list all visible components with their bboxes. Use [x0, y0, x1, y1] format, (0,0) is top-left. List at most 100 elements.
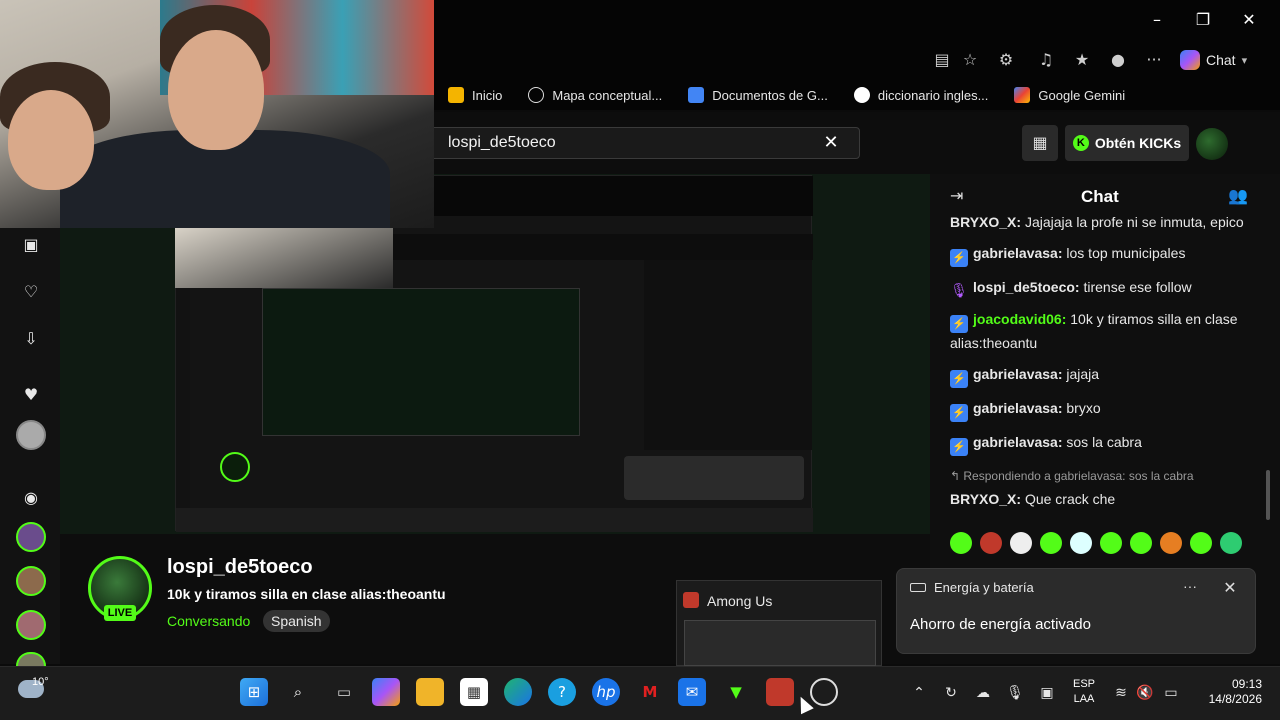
system-clock[interactable]: 09:13 14/8/2026 — [1190, 677, 1262, 707]
emote[interactable] — [1160, 532, 1182, 554]
emote[interactable] — [1190, 532, 1212, 554]
among-us-icon — [683, 592, 699, 608]
emote[interactable] — [1130, 532, 1152, 554]
task-view-icon[interactable]: ▭ — [330, 678, 358, 706]
chat-message: ⚡ gabrielavasa: sos la cabra — [950, 432, 1260, 456]
vpn-icon[interactable]: ▼ — [722, 678, 750, 706]
chrome-icon[interactable] — [810, 678, 838, 706]
sync-icon[interactable]: ↻ — [940, 683, 962, 703]
copilot-chat-button[interactable]: Chat ▾ — [1172, 46, 1255, 74]
collapse-chat-icon[interactable]: ⇥ — [950, 186, 970, 206]
live-channels-icon: ◉ — [24, 488, 38, 507]
globe-icon — [528, 87, 545, 103]
nested-chat — [644, 260, 812, 450]
bookmark-mapa-conceptual[interactable]: Mapa conceptual... — [528, 87, 662, 103]
wifi-icon[interactable]: ≋ — [1110, 683, 1132, 703]
user-avatar[interactable] — [1196, 128, 1228, 160]
sidebar-avatar[interactable] — [16, 420, 46, 450]
bookmark-inicio[interactable]: Inicio — [448, 87, 502, 103]
stream-category[interactable]: Conversando — [167, 613, 250, 629]
restore-icon[interactable]: ❐ — [1188, 8, 1218, 32]
language-indicator[interactable]: ESP LAA — [1068, 677, 1100, 707]
nested-browser-toolbar — [393, 176, 813, 216]
favorites-icon[interactable]: ★ — [1070, 48, 1094, 72]
chevron-down-icon: ▾ — [1241, 54, 1248, 67]
badge-icon: ⚡ — [950, 370, 968, 388]
chat-message: ⚡ gabrielavasa: jajaja — [950, 364, 1260, 388]
notification-close-icon[interactable]: ✕ — [1220, 578, 1240, 597]
onedrive-icon[interactable]: ☁ — [972, 683, 994, 703]
notification-more-icon[interactable]: ··· — [1180, 578, 1200, 594]
webcam-overlay — [0, 0, 434, 228]
emote[interactable] — [1070, 532, 1092, 554]
emote[interactable] — [950, 532, 972, 554]
chat-message: ⚡ gabrielavasa: bryxo — [950, 398, 1260, 422]
minimize-icon[interactable]: – — [1142, 8, 1172, 32]
file-explorer-icon[interactable] — [416, 678, 444, 706]
gemini-icon — [1014, 87, 1031, 103]
clear-search-icon[interactable]: ✕ — [820, 130, 842, 156]
notification-title: Energía y batería — [934, 580, 1034, 595]
chat-message: BRYXO_X: Jajajaja la profe ni se inmuta,… — [950, 214, 1244, 230]
bookmark-icon — [448, 87, 464, 103]
among-us-taskbar-icon[interactable] — [766, 678, 794, 706]
help-icon[interactable]: ? — [548, 678, 576, 706]
more-menu-icon[interactable]: ··· — [1142, 48, 1166, 72]
chat-title: Chat — [1081, 187, 1119, 206]
layout-toggle-button[interactable]: ▦ — [1022, 125, 1058, 161]
emote[interactable] — [1100, 532, 1122, 554]
weather-temperature: 10° — [32, 676, 49, 688]
battery-tray-icon[interactable]: ▭ — [1160, 683, 1182, 703]
following-icon[interactable]: ♡ — [14, 275, 48, 309]
edge-icon[interactable] — [504, 678, 532, 706]
bookmark-diccionario[interactable]: diccionario ingles... — [853, 87, 988, 103]
show-hidden-icons-icon[interactable]: ⌃ — [908, 683, 930, 703]
start-icon[interactable]: ⊞ — [240, 678, 268, 706]
copilot-chat-label: Chat — [1206, 52, 1236, 68]
display-icon[interactable]: ▣ — [1036, 683, 1058, 703]
chat-message: 🎙 lospi_de5toeco: tirense ese follow — [950, 279, 1192, 298]
volume-muted-icon[interactable]: 🔇 — [1134, 683, 1156, 703]
mcafee-icon[interactable]: M — [636, 678, 664, 706]
battery-icon — [910, 583, 926, 592]
microphone-icon[interactable]: 🎙 — [1004, 683, 1026, 703]
chat-scrollbar[interactable] — [1266, 470, 1270, 520]
search-taskbar-icon[interactable]: ⌕ — [284, 678, 312, 706]
get-kicks-button[interactable]: K Obtén KICKs — [1065, 125, 1189, 161]
emote[interactable] — [980, 532, 1002, 554]
profile-avatar-icon[interactable]: ● — [1106, 48, 1130, 72]
copilot-taskbar-icon[interactable] — [372, 678, 400, 706]
copilot-icon — [1180, 50, 1200, 70]
close-icon[interactable]: ✕ — [1234, 8, 1264, 32]
media-icon[interactable]: ♫ — [1034, 48, 1058, 72]
extensions-icon[interactable]: ⚙ — [994, 48, 1018, 72]
mail-icon[interactable]: ✉ — [678, 678, 706, 706]
emote[interactable] — [1220, 532, 1242, 554]
docs-icon — [688, 87, 705, 103]
kicks-icon: K — [1072, 135, 1089, 151]
microsoft-store-icon[interactable]: ▦ — [460, 678, 488, 706]
chat-message: BRYXO_X: Que crack che — [950, 491, 1116, 507]
streamer-name[interactable]: lospi_de5toeco — [167, 556, 313, 579]
hp-icon[interactable]: hp — [592, 678, 620, 706]
among-us-title: Among Us — [707, 593, 773, 609]
language-tag[interactable]: Spanish — [263, 610, 330, 632]
download-icon[interactable]: ⇩ — [14, 322, 48, 356]
emote[interactable] — [1040, 532, 1062, 554]
heart-icon[interactable]: ♥ — [14, 378, 48, 412]
bookmark-documentos[interactable]: Documentos de G... — [688, 87, 828, 103]
reader-mode-icon[interactable]: ▤ — [930, 48, 954, 72]
badge-icon: ⚡ — [950, 438, 968, 456]
browse-icon[interactable]: ▣ — [14, 228, 48, 262]
nested-video — [262, 288, 580, 436]
sidebar-channel-avatar[interactable] — [16, 522, 46, 552]
bookmark-gemini[interactable]: Google Gemini — [1014, 87, 1125, 103]
chat-users-icon[interactable]: 👥 — [1228, 186, 1250, 208]
sidebar-channel-avatar[interactable] — [16, 566, 46, 596]
sidebar-channel-avatar[interactable] — [16, 610, 46, 640]
emote[interactable] — [1010, 532, 1032, 554]
nested-kick-header — [393, 234, 813, 260]
badge-icon: ⚡ — [950, 404, 968, 422]
favorite-star-icon[interactable]: ☆ — [958, 48, 982, 72]
reply-icon: ↰ — [950, 469, 964, 483]
